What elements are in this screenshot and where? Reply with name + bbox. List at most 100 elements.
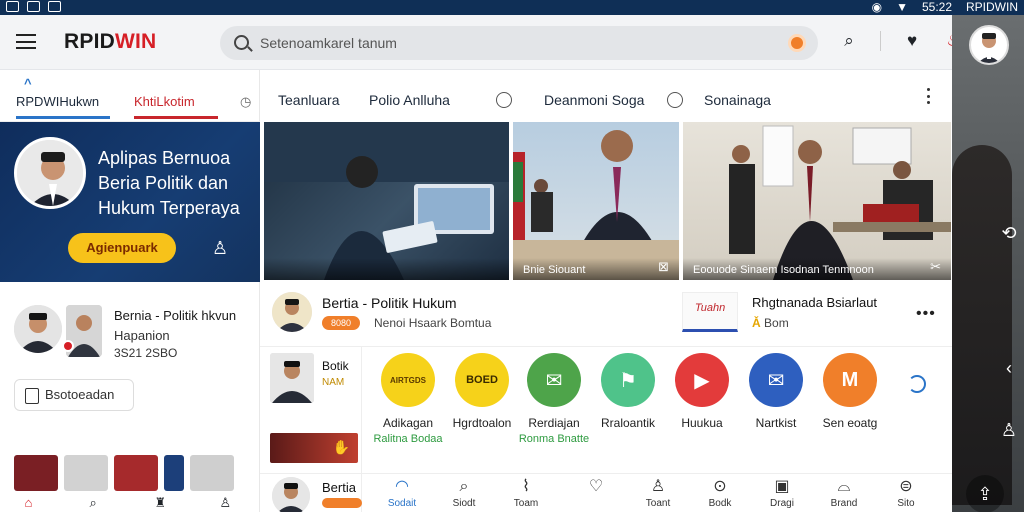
- video-icon: ⊙: [713, 478, 727, 495]
- more-options-icon[interactable]: [927, 88, 931, 104]
- news-title[interactable]: Bertia - Politik Hukum: [322, 295, 457, 311]
- bookmark-button[interactable]: Bsotoeadan: [14, 379, 134, 411]
- news-subtitle: Nenoi Hsaark Bomtua: [374, 316, 492, 330]
- more-options-icon[interactable]: •••: [916, 305, 936, 323]
- category-sublabel: Ralitna Bodaa: [373, 433, 443, 445]
- document-icon: ▣: [774, 478, 790, 495]
- status-label: RPIDWIN: [966, 0, 1018, 14]
- nav-brand[interactable]: ⌓ Brand: [812, 478, 876, 509]
- thumbnail[interactable]: [190, 455, 234, 491]
- tab-clock-icon[interactable]: ◷: [240, 94, 251, 110]
- profile-avatar[interactable]: [969, 25, 1009, 65]
- search-bar[interactable]: Setenoamkarel tanum: [220, 26, 818, 60]
- tab-sonainaga[interactable]: Sonainaga: [704, 92, 771, 108]
- category-row: AIRTGDS Adikagan Ralitna Bodaa BOED Hgrd…: [364, 347, 952, 467]
- side-story-banner[interactable]: ✋: [270, 433, 358, 463]
- news-row: Bertia - Politik Hukum 8080 Nenoi Hsaark…: [260, 285, 952, 347]
- tab-teanluara[interactable]: Teanluara: [278, 92, 340, 108]
- notification-icon[interactable]: ♨: [943, 30, 952, 52]
- photo-gallery: Bnie Siouant ⊠ Eoouode Sinaem Isodnan Te…: [264, 122, 952, 280]
- voice-icon[interactable]: [788, 34, 806, 52]
- clock-icon[interactable]: [496, 92, 512, 108]
- person-icon[interactable]: ♙: [996, 417, 1022, 443]
- main-tabs: Teanluara Polio Anlluha Deanmoni Soga So…: [260, 70, 952, 122]
- publisher-logo[interactable]: Tuahn: [682, 292, 738, 332]
- tab-polio-anlluha[interactable]: Polio Anlluha: [369, 92, 450, 108]
- author-avatar: [14, 305, 62, 353]
- nav-team[interactable]: ⌇ Toam: [494, 478, 558, 509]
- refresh-icon[interactable]: ⟲: [996, 220, 1022, 246]
- news-subtitle-2: Ǎ Bom: [752, 316, 789, 330]
- bottom-badge: [322, 498, 362, 508]
- hero-cta-button[interactable]: Agienpuark: [68, 233, 176, 263]
- news-card-subtitle: Hapanion: [114, 328, 170, 343]
- side-story-title[interactable]: Botik: [322, 359, 349, 373]
- thumbnail[interactable]: [164, 455, 184, 491]
- clock-icon[interactable]: [667, 92, 683, 108]
- search-icon[interactable]: ⌕: [90, 495, 106, 510]
- divider-line: [880, 31, 881, 51]
- search-icon: [234, 35, 249, 50]
- home-icon[interactable]: ⌂: [25, 495, 41, 510]
- nav-profile[interactable]: ♙ Toant: [626, 478, 690, 509]
- side-story-tag: NAM: [322, 377, 345, 388]
- news-card-meta: 3S21 2SBO: [114, 346, 178, 360]
- category-icon: ✉: [749, 353, 803, 407]
- trending-icon[interactable]: ♜: [155, 495, 171, 510]
- bottom-nav: ◠ Sodait ⌕ Siodt ⌇ Toam ♡ ♙ Toant ⊙ Bodk ▣ Dra…: [370, 474, 952, 512]
- search-input[interactable]: Setenoamkarel tanum: [260, 35, 397, 51]
- nav-favorite[interactable]: ♡: [564, 478, 628, 498]
- category-icon: BOED: [455, 353, 509, 407]
- status-icons-left: [6, 1, 61, 12]
- category-label: Sen eoatg: [822, 416, 878, 430]
- category-item[interactable]: M Sen eoatg: [806, 347, 894, 433]
- loading-icon: [908, 375, 926, 393]
- category-icon: ⚑: [601, 353, 655, 407]
- nav-video[interactable]: ⊙ Bodk: [688, 478, 752, 509]
- back-arrow-icon[interactable]: ‹: [996, 355, 1022, 381]
- author-avatar: [272, 477, 310, 512]
- nav-explore[interactable]: ⌕ Siodt: [432, 478, 496, 509]
- photo-caption: [264, 258, 509, 280]
- app-logo[interactable]: RPIDWIN: [64, 30, 156, 54]
- bottom-title[interactable]: Bertia: [322, 480, 356, 495]
- nav-document[interactable]: ▣ Dragi: [750, 478, 814, 509]
- tab-deanmoni-soga[interactable]: Deanmoni Soga: [544, 92, 644, 108]
- explore-icon: ⌕: [459, 478, 469, 495]
- side-story-photo: [270, 353, 314, 403]
- share-icon[interactable]: ✂: [930, 259, 941, 275]
- user-icon[interactable]: ♙: [212, 238, 228, 259]
- tab-khtilkotim[interactable]: KhtiLkotim: [134, 94, 218, 119]
- nav-home[interactable]: ◠ Sodait: [370, 478, 434, 509]
- menu-icon[interactable]: [16, 34, 36, 49]
- left-panel: RPDWIHukwn KhtiLkotim ◷ Aplipas Bernuoa …: [0, 70, 260, 512]
- status-time: 55:22: [921, 0, 952, 14]
- background-person: [952, 145, 1012, 505]
- photo-news-1[interactable]: [264, 122, 509, 280]
- photo-news-2[interactable]: Bnie Siouant ⊠: [513, 122, 679, 280]
- hero-headline: Aplipas Bernuoa Beria Politik dan Hukum …: [98, 148, 240, 218]
- status-icons-right: ◉ ▼ 55:22 RPIDWIN: [872, 0, 1018, 14]
- search-button-icon[interactable]: ⌕: [838, 30, 860, 52]
- author-avatar: [272, 292, 312, 332]
- profile-icon[interactable]: ♙: [220, 495, 236, 510]
- hero-portrait: [14, 137, 86, 209]
- news-title-2[interactable]: Rhgtnanada Bsiarlaut: [752, 295, 877, 310]
- thumbnail[interactable]: [114, 455, 158, 491]
- tab-rpdwihukwn[interactable]: RPDWIHukwn: [16, 76, 111, 119]
- photo-news-3[interactable]: Eoouode Sinaem Isodnan Tenmnoon ✂: [683, 122, 951, 280]
- thumbnail[interactable]: [14, 455, 58, 491]
- nav-site[interactable]: ⊜ Sito: [874, 478, 938, 509]
- gallery-icon[interactable]: ⊠: [658, 259, 669, 275]
- home-icon: ◠: [395, 478, 409, 495]
- share-icon[interactable]: ⇪: [966, 475, 1004, 512]
- signal-icon: ▼: [896, 0, 908, 14]
- heart-icon: ♡: [588, 478, 604, 495]
- category-icon: ▶: [675, 353, 729, 407]
- background-photo: ⟲ ‹ ♙ ⇪: [952, 15, 1024, 512]
- category-icon: ✉: [527, 353, 581, 407]
- thumbnail[interactable]: [64, 455, 108, 491]
- heart-icon[interactable]: ♥: [901, 30, 923, 52]
- car-icon: ⊜: [899, 478, 913, 495]
- main-content: Teanluara Polio Anlluha Deanmoni Soga So…: [260, 70, 952, 512]
